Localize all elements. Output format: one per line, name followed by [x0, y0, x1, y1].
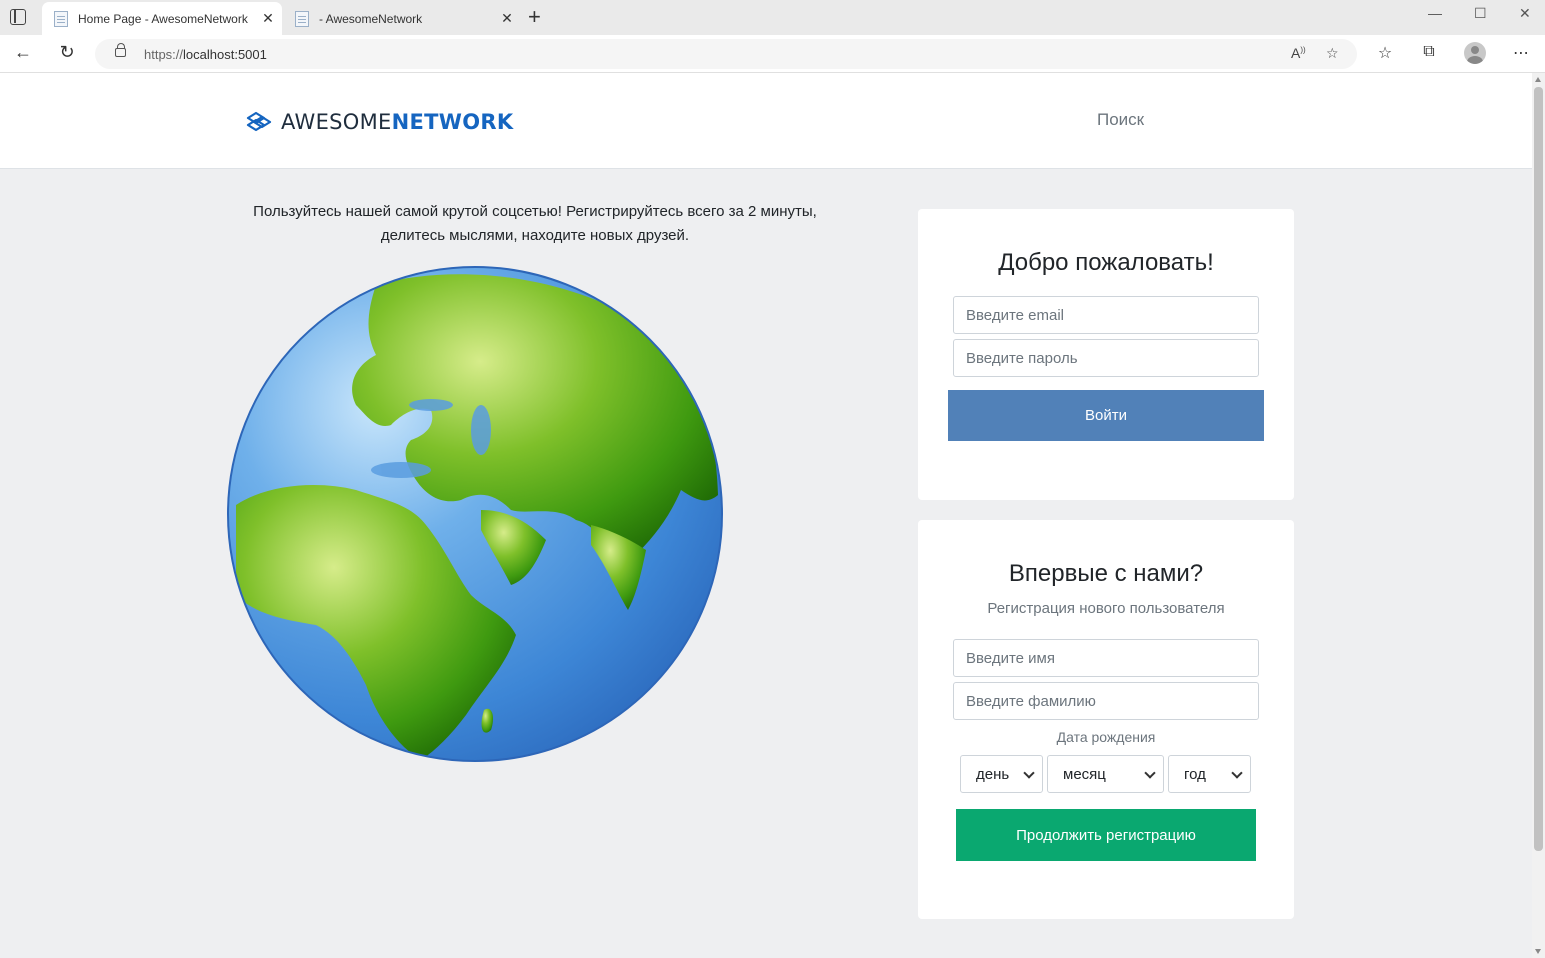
address-bar[interactable]: https://localhost:5001 A)) ☆	[95, 39, 1357, 69]
favorites-icon[interactable]: ☆	[1373, 43, 1397, 63]
chevron-down-icon	[1144, 767, 1156, 779]
chevron-down-icon	[1023, 767, 1035, 779]
login-title: Добро пожаловать!	[998, 249, 1214, 276]
month-select[interactable]: месяц	[1047, 755, 1164, 793]
register-card: Впервые с нами? Регистрация нового польз…	[918, 520, 1294, 919]
scroll-up-icon[interactable]	[1535, 77, 1541, 82]
logo-text: AWESOMENETWORK	[281, 110, 514, 134]
register-title: Впервые с нами?	[1008, 560, 1204, 587]
intro-text: Пользуйтесь нашей самой крутой соцсетью!…	[253, 203, 817, 244]
continue-registration-button[interactable]: Продолжить регистрацию	[956, 809, 1256, 861]
globe-illustration	[227, 266, 723, 762]
scroll-down-icon[interactable]	[1535, 949, 1541, 954]
site-logo[interactable]: AWESOMENETWORK	[246, 110, 513, 134]
tab-title: Home Page - AwesomeNetwork	[78, 11, 248, 26]
tab-close-icon[interactable]: ✕	[254, 10, 282, 27]
login-card: Добро пожаловать! Войти	[918, 209, 1294, 500]
tab-close-icon[interactable]: ✕	[493, 10, 521, 27]
day-select-value: день	[976, 765, 1010, 783]
page-scrollbar[interactable]	[1532, 73, 1545, 958]
collections-icon[interactable]: ⧉	[1417, 43, 1441, 61]
month-select-value: месяц	[1063, 765, 1106, 783]
register-subtitle: Регистрация нового пользователя	[987, 600, 1225, 617]
more-menu-icon[interactable]: ⋯	[1509, 43, 1533, 63]
tab-title: - AwesomeNetwork	[319, 11, 423, 26]
add-favorite-icon[interactable]: ☆	[1326, 45, 1339, 62]
day-select[interactable]: день	[960, 755, 1043, 793]
url-text[interactable]: https://localhost:5001	[144, 47, 267, 62]
browser-tab-home[interactable]: Home Page - AwesomeNetwork ✕	[42, 2, 282, 35]
reload-icon[interactable]: ↻	[55, 42, 79, 63]
birth-date-label: Дата рождения	[1056, 729, 1156, 745]
minimize-button[interactable]: —	[1428, 5, 1442, 21]
browser-toolbar: ← ↻ https://localhost:5001 A)) ☆ ☆ ⧉ ⋯	[0, 35, 1545, 73]
site-header: AWESOMENETWORK Поиск	[0, 73, 1532, 169]
back-arrow-icon[interactable]: ←	[11, 42, 35, 63]
last-name-input[interactable]	[953, 682, 1259, 720]
browser-tab-second[interactable]: - AwesomeNetwork ✕	[283, 2, 521, 35]
tab-actions-icon[interactable]	[10, 9, 26, 25]
browser-tab-bar: Home Page - AwesomeNetwork ✕ - AwesomeNe…	[0, 0, 1545, 35]
login-button[interactable]: Войти	[948, 390, 1264, 441]
password-input[interactable]	[953, 339, 1259, 377]
first-name-input[interactable]	[953, 639, 1259, 677]
maximize-button[interactable]: ☐	[1474, 5, 1487, 22]
logo-icon	[246, 111, 272, 132]
chevron-down-icon	[1231, 767, 1243, 779]
profile-avatar-icon[interactable]	[1464, 42, 1486, 64]
lock-icon	[115, 43, 126, 57]
page-favicon-icon	[54, 10, 68, 27]
close-window-button[interactable]: ✕	[1519, 5, 1531, 22]
page-viewport: AWESOMENETWORK Поиск Пользуйтесь нашей с…	[0, 73, 1532, 958]
page-favicon-icon	[295, 10, 309, 27]
year-select-value: год	[1184, 765, 1206, 783]
scrollbar-thumb[interactable]	[1534, 87, 1543, 851]
email-input[interactable]	[953, 296, 1259, 334]
new-tab-button[interactable]: +	[528, 6, 541, 28]
nav-search-link[interactable]: Поиск	[1097, 110, 1144, 130]
read-aloud-icon[interactable]: A))	[1291, 45, 1306, 61]
year-select[interactable]: год	[1168, 755, 1251, 793]
